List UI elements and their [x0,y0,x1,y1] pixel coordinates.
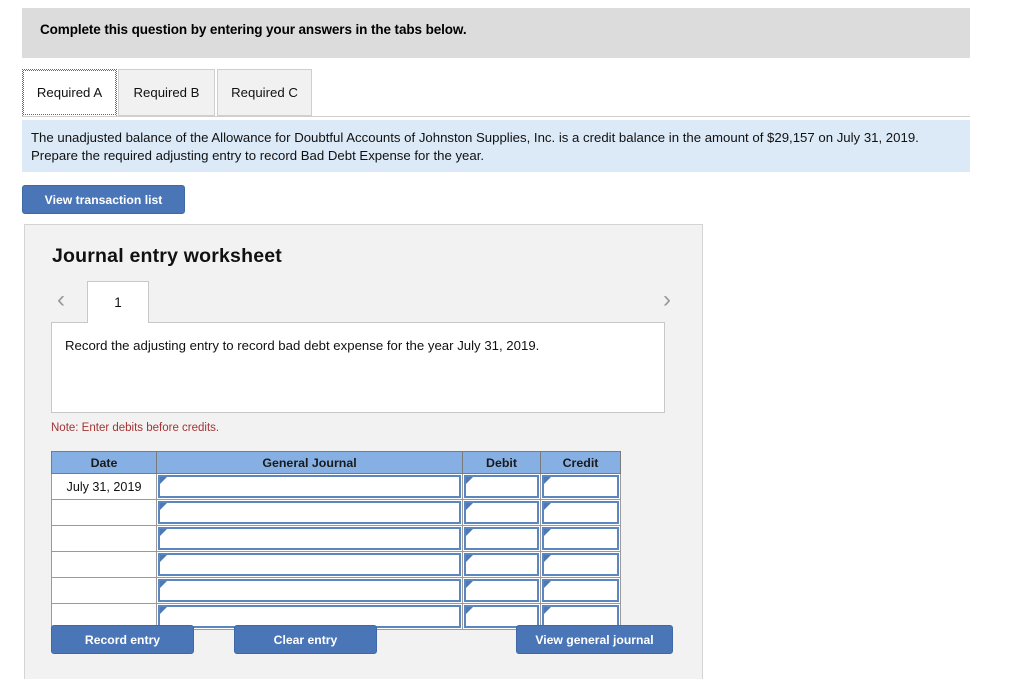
credit-input[interactable] [542,579,619,602]
record-entry-button[interactable]: Record entry [51,625,194,654]
date-cell[interactable] [51,551,157,578]
credit-input[interactable] [542,475,619,498]
table-row [51,525,621,552]
tab-required-a[interactable]: Required A [22,69,117,116]
debit-cell [462,577,541,604]
credit-input[interactable] [542,501,619,524]
debit-input[interactable] [464,553,539,576]
general-journal-cell [156,499,463,526]
view-transaction-list-button[interactable]: View transaction list [22,185,185,214]
journal-entry-worksheet-panel: Journal entry worksheet ‹ 1 › Record the… [24,224,703,679]
general-journal-select[interactable] [158,501,461,524]
general-journal-select[interactable] [158,553,461,576]
instruction-banner-text: Complete this question by entering your … [40,22,467,37]
instruction-banner: Complete this question by entering your … [22,8,970,58]
debit-input[interactable] [464,579,539,602]
debit-input[interactable] [464,501,539,524]
worksheet-description-text: Record the adjusting entry to record bad… [65,338,540,353]
date-cell[interactable] [51,525,157,552]
column-header-date: Date [51,451,157,474]
date-cell[interactable] [51,577,157,604]
tab-required-c-label: Required C [231,85,298,100]
debit-input[interactable] [464,475,539,498]
debit-cell [462,551,541,578]
debits-before-credits-note: Note: Enter debits before credits. [51,422,220,434]
tabstrip-divider [22,116,970,117]
worksheet-page-tab-1[interactable]: 1 [87,281,149,323]
credit-input[interactable] [542,553,619,576]
worksheet-title: Journal entry worksheet [52,245,283,267]
question-panel: The unadjusted balance of the Allowance … [22,120,970,172]
general-journal-cell [156,525,463,552]
required-tabs: Required A Required B Required C [22,69,970,117]
clear-entry-label: Clear entry [273,632,338,647]
general-journal-cell [156,473,463,500]
worksheet-page-number: 1 [114,295,122,310]
column-header-general-journal: General Journal [156,451,463,474]
table-row: July 31, 2019 [51,473,621,500]
clear-entry-button[interactable]: Clear entry [234,625,377,654]
chevron-right-icon[interactable]: › [655,287,679,315]
journal-entry-table: Date General Journal Debit Credit July 3… [51,451,621,630]
general-journal-select[interactable] [158,579,461,602]
table-header-row: Date General Journal Debit Credit [51,451,621,474]
credit-cell [540,577,621,604]
worksheet-description-box: Record the adjusting entry to record bad… [51,322,665,413]
general-journal-cell [156,551,463,578]
credit-cell [540,551,621,578]
tab-required-a-label: Required A [36,85,103,100]
tab-required-b[interactable]: Required B [118,69,215,116]
credit-cell [540,473,621,500]
general-journal-select[interactable] [158,475,461,498]
view-general-journal-button[interactable]: View general journal [516,625,673,654]
general-journal-cell [156,577,463,604]
tab-required-c[interactable]: Required C [217,69,312,116]
debit-input[interactable] [464,527,539,550]
credit-input[interactable] [542,527,619,550]
debit-cell [462,499,541,526]
credit-cell [540,525,621,552]
debit-cell [462,525,541,552]
record-entry-label: Record entry [84,632,161,647]
view-general-journal-label: View general journal [535,632,654,647]
chevron-left-icon[interactable]: ‹ [49,287,73,315]
credit-cell [540,499,621,526]
date-cell[interactable]: July 31, 2019 [51,473,157,500]
view-transaction-list-label: View transaction list [44,192,163,207]
table-row [51,551,621,578]
table-row [51,499,621,526]
tab-required-b-label: Required B [133,85,200,100]
date-cell[interactable] [51,499,157,526]
debit-cell [462,473,541,500]
column-header-credit: Credit [540,451,621,474]
question-text: The unadjusted balance of the Allowance … [31,130,919,163]
column-header-debit: Debit [462,451,541,474]
table-row [51,577,621,604]
general-journal-select[interactable] [158,527,461,550]
